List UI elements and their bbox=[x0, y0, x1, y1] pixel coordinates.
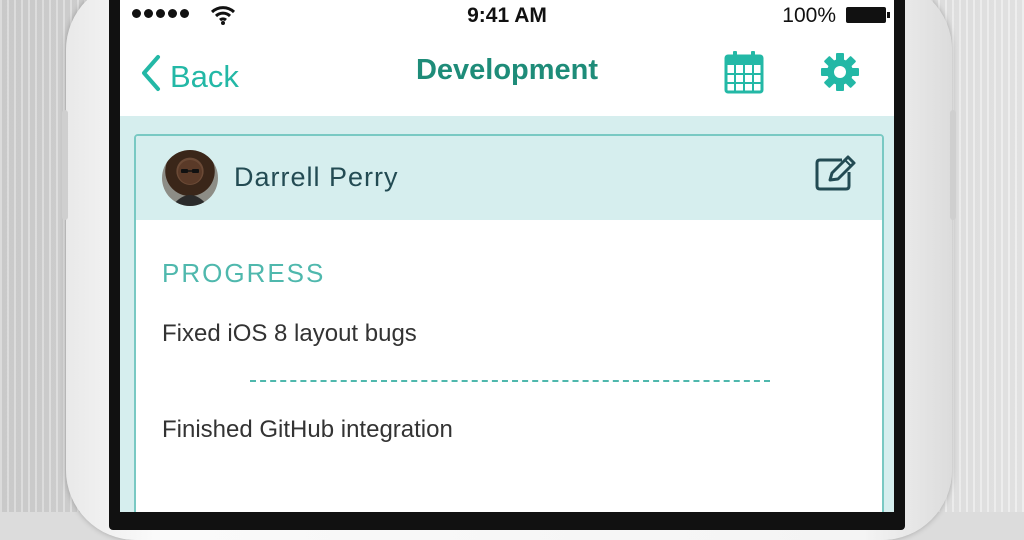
progress-entry: Fixed iOS 8 layout bugs bbox=[162, 320, 417, 347]
gear-icon bbox=[820, 53, 860, 96]
status-bar: 9:41 AM 100% bbox=[120, 0, 894, 32]
settings-button[interactable] bbox=[820, 52, 860, 97]
calendar-icon bbox=[724, 51, 764, 98]
user-name: Darrell Perry bbox=[234, 162, 399, 192]
progress-card: Darrell Perry PROGRESS Fixed iOS 8 layou… bbox=[134, 134, 884, 512]
avatar bbox=[162, 150, 218, 206]
page-title: Development bbox=[415, 54, 599, 86]
calendar-button[interactable] bbox=[724, 50, 764, 99]
content-area: Darrell Perry PROGRESS Fixed iOS 8 layou… bbox=[120, 116, 894, 512]
side-button bbox=[950, 110, 956, 220]
side-button bbox=[62, 110, 68, 220]
edit-icon bbox=[814, 155, 858, 198]
edit-button[interactable] bbox=[814, 154, 858, 199]
section-title: PROGRESS bbox=[162, 258, 326, 288]
battery-percent: 100% bbox=[782, 4, 836, 27]
battery-icon bbox=[846, 7, 890, 23]
phone-screen: 9:41 AM 100% Back Development Darrell Pe… bbox=[120, 0, 894, 512]
dashed-divider bbox=[250, 380, 770, 382]
card-header: Darrell Perry bbox=[136, 136, 882, 220]
progress-entry: Finished GitHub integration bbox=[162, 416, 453, 443]
status-time: 9:41 AM bbox=[467, 4, 547, 27]
navigation-bar: Back Development bbox=[120, 32, 894, 116]
